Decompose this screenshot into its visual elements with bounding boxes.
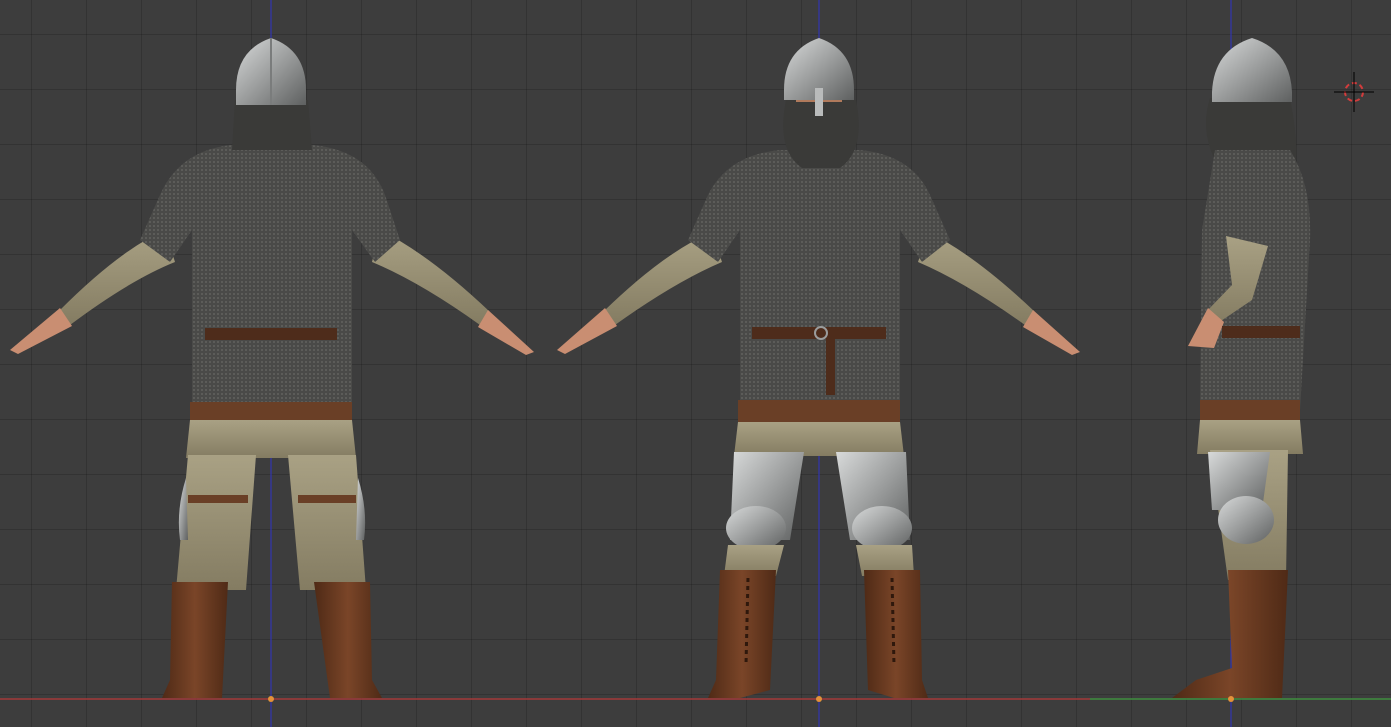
left-hand xyxy=(10,308,72,354)
tunic-skirt xyxy=(1197,420,1303,454)
origin-point xyxy=(1228,696,1234,702)
right-leg xyxy=(288,455,366,590)
3d-cursor[interactable] xyxy=(1334,72,1374,112)
hem-trim xyxy=(738,400,900,422)
right-hand xyxy=(478,310,534,355)
garter-strap xyxy=(188,495,248,503)
belt xyxy=(1222,326,1300,338)
left-hand xyxy=(557,308,617,354)
right-boot xyxy=(864,570,928,698)
tunic-skirt xyxy=(734,422,904,456)
helmet xyxy=(1212,38,1292,102)
poleyn xyxy=(1218,496,1274,544)
mail-shirt xyxy=(140,145,400,410)
scene-canvas[interactable] xyxy=(0,0,1391,727)
right-hand xyxy=(1023,310,1080,355)
boot xyxy=(1172,570,1288,698)
hem-trim xyxy=(190,402,352,420)
origin-point xyxy=(268,696,274,702)
left-boot xyxy=(162,582,228,698)
hem-trim xyxy=(1200,400,1300,420)
right-boot xyxy=(314,582,382,698)
belt-strap xyxy=(826,327,835,395)
garter-strap xyxy=(298,495,356,503)
character-side-view[interactable] xyxy=(1172,38,1311,702)
belt xyxy=(752,327,886,339)
character-back-view[interactable] xyxy=(10,38,534,702)
left-boot xyxy=(708,570,776,698)
3d-viewport[interactable] xyxy=(0,0,1391,727)
right-poleyn xyxy=(852,506,912,550)
nasal-guard xyxy=(815,88,823,116)
origin-point xyxy=(816,696,822,702)
mail-shirt xyxy=(688,150,950,410)
tunic-skirt xyxy=(186,420,356,458)
belt xyxy=(205,328,337,340)
coif xyxy=(232,100,312,150)
left-poleyn xyxy=(726,506,786,550)
left-leg xyxy=(176,455,256,590)
